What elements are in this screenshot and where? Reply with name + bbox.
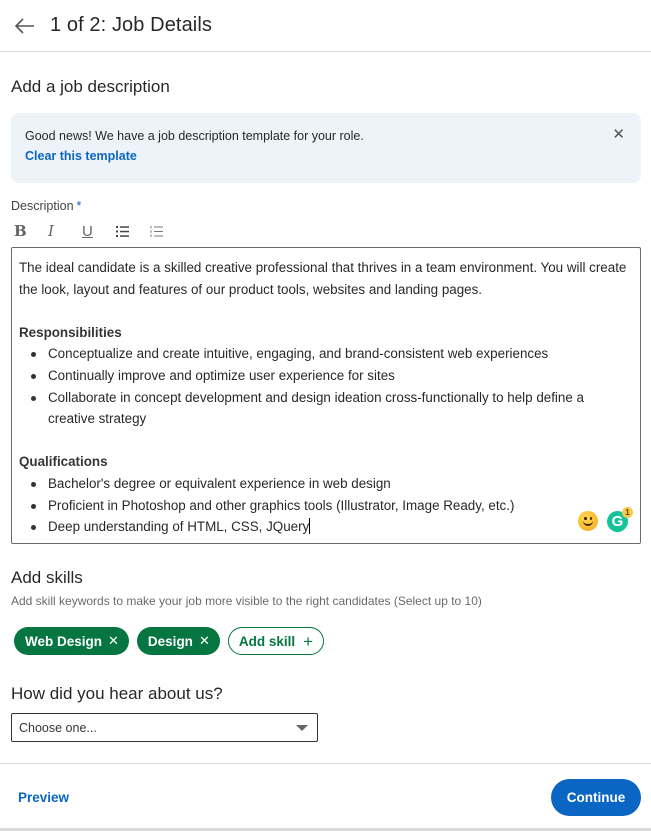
skill-chip-label: Web Design [25,633,103,649]
list-item: Bachelor's degree or equivalent experien… [19,473,633,495]
hear-about-us-select[interactable]: Choose one... [11,713,318,742]
add-skill-button[interactable]: Add skill + [227,627,325,655]
description-label: Description * [11,199,81,213]
continue-button[interactable]: Continue [551,779,641,816]
clear-template-link[interactable]: Clear this template [25,149,137,163]
skill-chip-label: Design [147,633,193,649]
list-item: Conceptualize and create intuitive, enga… [19,343,633,365]
notice-text: Good news! We have a job description tem… [25,129,364,143]
italic-button[interactable]: I [48,221,82,241]
arrow-left-icon[interactable] [14,15,36,37]
bulleted-list-icon [116,225,129,237]
list-item: Deep understanding of HTML, CSS, JQuery [19,516,633,538]
skills-chips: Web Design ✕ Design ✕ Add skill + [14,627,325,655]
description-label-text: Description [11,199,74,213]
footer-divider [0,763,651,764]
hear-about-us-heading: How did you hear about us? [11,684,223,703]
text-caret [309,518,311,535]
responsibilities-heading: Responsibilities [19,324,122,340]
emoji-icon[interactable] [578,511,598,531]
bold-button[interactable]: B [14,221,48,241]
description-editor[interactable]: The ideal candidate is a skilled creativ… [11,247,641,544]
remove-skill-icon[interactable]: ✕ [199,633,210,649]
qualifications-list: Bachelor's degree or equivalent experien… [19,473,633,538]
close-icon[interactable]: ✕ [612,127,625,142]
qualifications-heading: Qualifications [19,454,108,470]
skill-chip-design[interactable]: Design ✕ [136,627,220,655]
job-description-heading: Add a job description [11,77,170,96]
bulleted-list-button[interactable] [116,221,150,241]
skill-chip-web-design[interactable]: Web Design ✕ [14,627,129,655]
numbered-list-button[interactable] [150,221,184,241]
responsibilities-list: Conceptualize and create intuitive, enga… [19,343,633,429]
underline-button[interactable]: U [82,221,116,241]
intro-paragraph: The ideal candidate is a skilled creativ… [19,260,627,297]
numbered-list-icon [150,225,163,237]
skills-help-text: Add skill keywords to make your job more… [11,594,482,608]
caret-down-icon [296,724,308,731]
emoji-eye [589,517,592,520]
page-title: 1 of 2: Job Details [50,14,212,36]
grammarly-icon[interactable]: G 1 [607,507,633,532]
list-item: Continually improve and optimize user ex… [19,365,633,387]
skills-heading: Add skills [11,568,83,587]
add-skill-label: Add skill [238,633,296,649]
emoji-mouth [583,521,593,526]
list-item: Proficient in Photoshop and other graphi… [19,495,633,517]
plus-icon: + [303,631,314,651]
preview-button[interactable]: Preview [18,790,69,805]
grammarly-count-badge: 1 [622,507,633,518]
remove-skill-icon[interactable]: ✕ [108,633,119,649]
required-asterisk: * [76,199,82,213]
list-item-text: Deep understanding of HTML, CSS, JQuery [48,519,310,535]
template-notice: Good news! We have a job description tem… [11,113,641,183]
page-header: 1 of 2: Job Details [0,0,651,52]
emoji-eye [584,517,587,520]
formatting-toolbar: B I U [14,221,184,241]
select-value: Choose one... [19,720,97,735]
list-item: Collaborate in concept development and d… [19,387,633,430]
grammarly-letter: G [611,513,624,530]
